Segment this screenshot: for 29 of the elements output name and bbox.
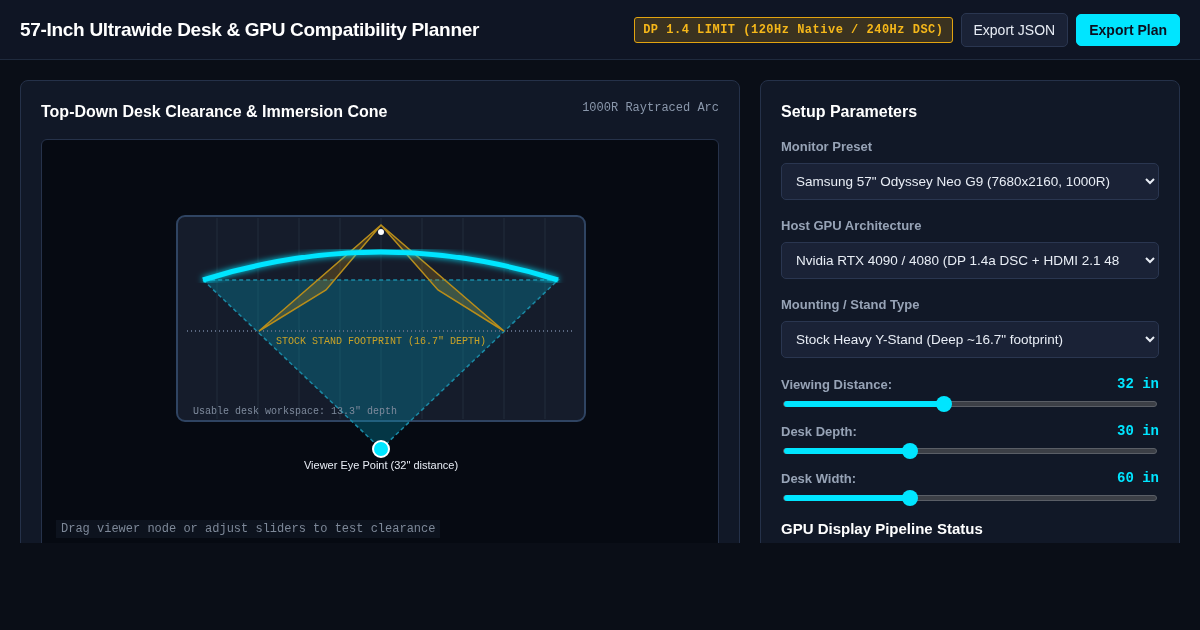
slider-thumb[interactable] — [902, 490, 919, 506]
field-label: Host GPU Architecture — [781, 218, 923, 233]
slider-reading: 30 in — [1117, 423, 1159, 439]
mount-point — [378, 229, 384, 235]
hint-text: Drag viewer node or adjust sliders to test clearance — [56, 520, 441, 538]
eye-label: Viewer Eye Point (32" distance) — [303, 459, 459, 471]
app-title: 57-Inch Ultrawide Desk & GPU Compatibility Planner — [20, 18, 480, 41]
slider-reading: 32 in — [1117, 376, 1159, 392]
section-title: GPU Display Pipeline Status — [781, 520, 984, 537]
select-field[interactable]: Samsung 57" Odyssey Neo G9 (7680x2160, 1000R) — [781, 163, 1159, 200]
workspace-label: Usable desk workspace: 13.3" depth — [193, 406, 398, 417]
field-label: Mounting / Stand Type — [781, 297, 921, 312]
select-field[interactable]: Nvidia RTX 4090 / 4080 (DP 1.4a DSC + HDMI 2.1 48 — [781, 242, 1159, 279]
slider-thumb[interactable] — [902, 443, 919, 459]
export-json-button[interactable]: Export JSON — [960, 12, 1069, 47]
panel-subtitle: 1000R Raytraced Arc — [582, 101, 719, 115]
viewer-node[interactable] — [372, 440, 390, 458]
field-label: Monitor Preset — [781, 139, 873, 154]
slider-thumb[interactable] — [935, 396, 952, 412]
slider-label: Desk Depth: — [781, 423, 857, 439]
panel-title: Top-Down Desk Clearance & Immersion Cone — [41, 103, 388, 121]
slider-label: Viewing Distance: — [781, 376, 892, 392]
select-field[interactable]: Stock Heavy Y-Stand (Deep ~16.7" footprint) — [781, 321, 1159, 358]
slider-label: Desk Width: — [781, 470, 856, 486]
footprint-label: STOCK STAND FOOTPRINT (16.7" DEPTH) — [276, 336, 486, 347]
export-plan-button[interactable]: Export Plan — [1076, 13, 1180, 46]
slider-reading: 60 in — [1117, 470, 1159, 486]
panel-title: Setup Parameters — [781, 103, 918, 121]
limit-badge: DP 1.4 LIMIT (120Hz Native / 240Hz DSC) — [634, 16, 953, 43]
